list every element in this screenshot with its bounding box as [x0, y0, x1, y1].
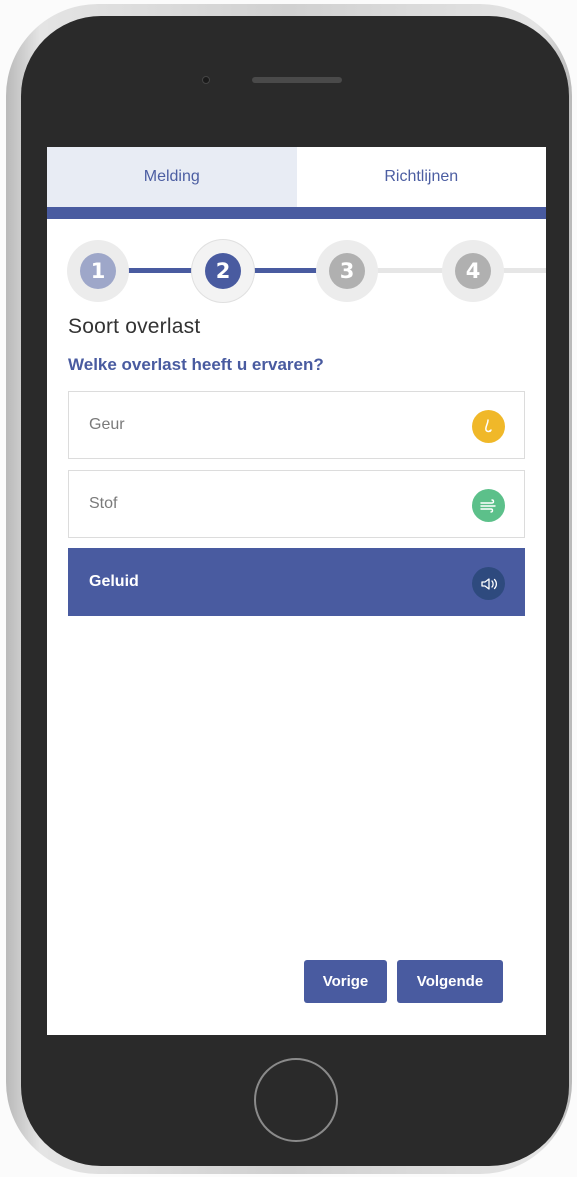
- home-button[interactable]: [254, 1058, 338, 1142]
- option-geluid-label: Geluid: [89, 573, 139, 590]
- speaker-icon: [472, 567, 505, 600]
- progress-stepper: 1 2 3 4: [47, 240, 546, 302]
- step-3[interactable]: 3: [316, 240, 378, 302]
- option-stof-label: Stof: [89, 495, 118, 512]
- option-stof[interactable]: Stof: [68, 470, 525, 538]
- step-1[interactable]: 1: [67, 240, 129, 302]
- question-label: Welke overlast heeft u ervaren?: [68, 355, 324, 374]
- front-camera: [202, 76, 210, 84]
- previous-button[interactable]: Vorige: [304, 960, 387, 1003]
- tab-underline: [47, 207, 546, 219]
- step-3-number: 3: [329, 253, 365, 289]
- step-2-number: 2: [205, 253, 241, 289]
- screenshot-stage: Melding Richtlijnen 1 2 3 4 Soort overla…: [0, 0, 577, 1177]
- page-title: Soort overlast: [68, 315, 201, 338]
- option-geluid[interactable]: Geluid: [68, 548, 525, 616]
- next-button[interactable]: Volgende: [397, 960, 503, 1003]
- step-2[interactable]: 2: [192, 240, 254, 302]
- nose-icon: [472, 410, 505, 443]
- wind-icon: [472, 489, 505, 522]
- earpiece-speaker: [252, 77, 342, 83]
- option-geur[interactable]: Geur: [68, 391, 525, 459]
- tab-richtlijnen[interactable]: Richtlijnen: [296, 147, 546, 207]
- tab-bar: Melding Richtlijnen: [47, 147, 546, 207]
- option-geur-label: Geur: [89, 416, 125, 433]
- step-1-number: 1: [80, 253, 116, 289]
- tab-melding[interactable]: Melding: [47, 147, 297, 207]
- app-screen: Melding Richtlijnen 1 2 3 4 Soort overla…: [47, 147, 546, 1035]
- step-4[interactable]: 4: [442, 240, 504, 302]
- step-4-number: 4: [455, 253, 491, 289]
